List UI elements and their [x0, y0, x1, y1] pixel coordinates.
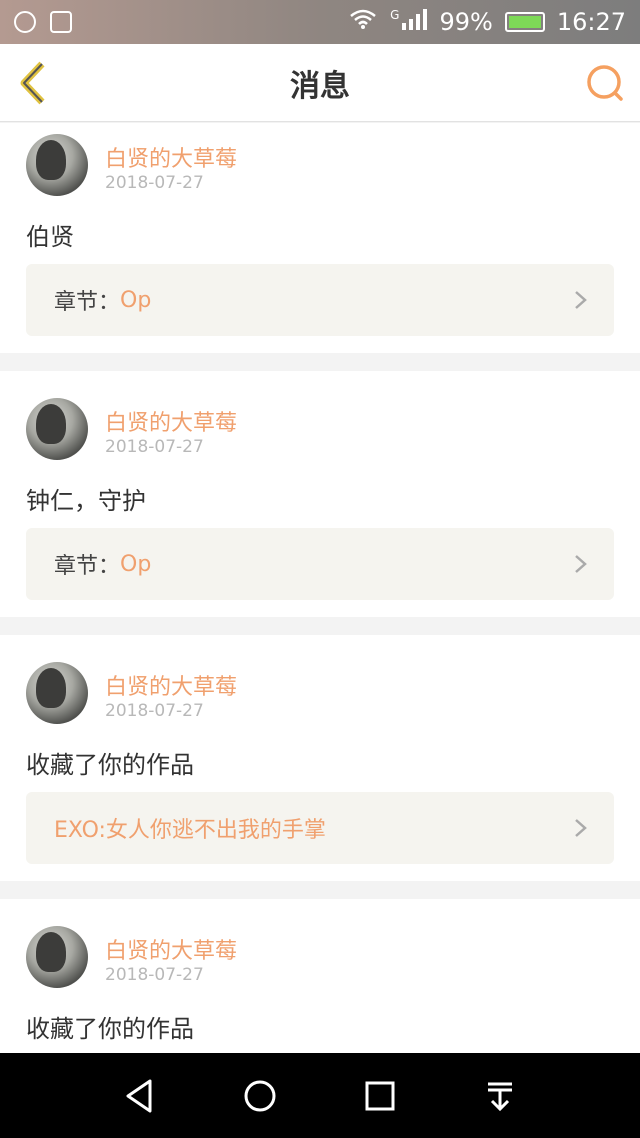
message-list[interactable]: 白贤的大草莓 2018-07-27 伯贤 章节： Op 白贤的大草莓 2018-… [0, 123, 640, 1053]
sender-name[interactable]: 白贤的大草莓 [105, 141, 237, 173]
nav-home-button[interactable] [240, 1076, 280, 1116]
chevron-right-icon [575, 291, 587, 309]
sender-name[interactable]: 白贤的大草莓 [105, 933, 237, 965]
ref-label: 章节： [54, 554, 121, 579]
battery-icon [504, 12, 545, 32]
message-card: 白贤的大草莓 2018-07-27 收藏了你的作品 [0, 899, 640, 1053]
back-button[interactable] [16, 60, 62, 106]
search-icon [587, 65, 623, 101]
clock: 16:27 [556, 8, 626, 36]
ref-value: Op [120, 551, 152, 577]
square-recents-icon [365, 1081, 395, 1110]
pull-down-icon [488, 1082, 512, 1111]
search-button[interactable] [584, 62, 626, 104]
app-bar: 消息 [0, 44, 640, 122]
chapter-link[interactable]: 章节： Op [26, 264, 614, 336]
message-date: 2018-07-27 [105, 701, 204, 721]
work-link[interactable]: EXO:女人你逃不出我的手掌 [26, 792, 614, 864]
sender-name[interactable]: 白贤的大草莓 [105, 405, 237, 437]
avatar[interactable] [26, 398, 88, 460]
nav-back-button[interactable] [120, 1076, 160, 1116]
message-content: 收藏了你的作品 [26, 751, 194, 779]
battery-percent: 99% [439, 8, 493, 36]
location-icon [14, 11, 36, 33]
nav-notifications-button[interactable] [480, 1076, 520, 1116]
wifi-icon [348, 8, 378, 36]
message-card: 白贤的大草莓 2018-07-27 伯贤 章节： Op [0, 123, 640, 353]
avatar[interactable] [26, 926, 88, 988]
chapter-link[interactable]: 章节： Op [26, 528, 614, 600]
image-icon [50, 11, 72, 33]
message-date: 2018-07-27 [105, 173, 204, 193]
sender-name[interactable]: 白贤的大草莓 [105, 669, 237, 701]
system-nav-bar [0, 1053, 640, 1138]
message-date: 2018-07-27 [105, 437, 204, 457]
message-content: 收藏了你的作品 [26, 1015, 194, 1043]
chevron-left-icon [20, 61, 45, 105]
network-type-label: G [390, 8, 400, 22]
avatar[interactable] [26, 134, 88, 196]
message-card: 白贤的大草莓 2018-07-27 收藏了你的作品 EXO:女人你逃不出我的手掌 [0, 635, 640, 881]
ref-value: Op [120, 287, 152, 313]
signal-icon [401, 8, 428, 36]
message-date: 2018-07-27 [105, 965, 204, 985]
avatar[interactable] [26, 662, 88, 724]
page-title: 消息 [290, 68, 350, 104]
message-content: 钟仁，守护 [26, 487, 146, 515]
chevron-right-icon [575, 819, 587, 837]
circle-home-icon [244, 1080, 276, 1111]
message-card: 白贤的大草莓 2018-07-27 钟仁，守护 章节： Op [0, 371, 640, 617]
chevron-right-icon [575, 555, 587, 573]
status-bar: G 99% 16:27 [0, 0, 640, 44]
work-title: EXO:女人你逃不出我的手掌 [54, 818, 326, 843]
ref-label: 章节： [54, 290, 121, 315]
triangle-back-icon [126, 1079, 152, 1112]
message-content: 伯贤 [26, 223, 74, 251]
nav-recents-button[interactable] [360, 1076, 400, 1116]
